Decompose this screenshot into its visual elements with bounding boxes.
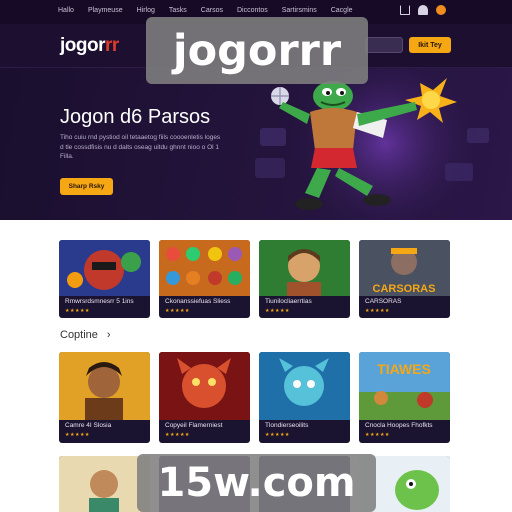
home-icon[interactable] — [400, 5, 410, 15]
game-card[interactable]: CARSORAS CARSORAS ★★★★★ — [359, 240, 450, 318]
game-title: Rmwrsrdsmnesrr 5 1ins — [65, 298, 134, 305]
game-thumbnail: TIAWES — [359, 352, 450, 420]
game-title: Tlondierseoilits — [265, 422, 309, 429]
game-card[interactable]: Tiunilocliaerrtias ★★★★★ — [259, 240, 350, 318]
top-nav-link[interactable]: Tasks — [169, 7, 187, 14]
game-rating-stars: ★★★★★ — [265, 308, 290, 314]
game-thumbnail — [259, 240, 350, 296]
game-thumbnail: CARSORAS — [359, 240, 450, 296]
hero-description: Tiho cuiu rnd pystiod oil tetaaetog fiil… — [60, 134, 221, 160]
user-avatar-icon[interactable] — [436, 5, 446, 15]
watermark-overlay-top: jogorrr — [146, 17, 368, 84]
game-card[interactable]: Rmwrsrdsmnesrr 5 1ins ★★★★★ — [59, 240, 150, 318]
top-nav-link[interactable]: Diccontos — [237, 7, 268, 14]
game-card[interactable]: Copyeil Flamerniest ★★★★★ — [159, 352, 250, 443]
game-thumbnail — [59, 240, 150, 296]
game-rating-stars: ★★★★★ — [165, 308, 190, 314]
game-title: Cnocla Hoopes Fhofkts — [365, 422, 433, 429]
game-rating-stars: ★★★★★ — [165, 432, 190, 438]
watermark-overlay-bottom: 15w.com — [137, 454, 376, 512]
game-logo-text: TIAWES — [377, 361, 431, 377]
games-grid-row-1: Rmwrsrdsmnesrr 5 1ins ★★★★★ Ckonanssiefu… — [59, 240, 450, 318]
game-rating-stars: ★★★★★ — [265, 432, 290, 438]
section-title-text: Coptine — [60, 329, 98, 341]
hero-banner: Jogon d6 Parsos Tiho cuiu rnd pystiod oi… — [0, 68, 512, 220]
top-nav-link[interactable]: Sartirsmins — [282, 7, 317, 14]
logo-accent-text: rr — [105, 35, 119, 56]
hero-mascot-illustration — [255, 68, 489, 220]
game-thumbnail — [259, 352, 350, 420]
top-nav-tools — [400, 5, 446, 15]
game-rating-stars: ★★★★★ — [65, 432, 90, 438]
chevron-right-icon[interactable]: › — [107, 329, 111, 341]
game-card[interactable]: Camre 4I Slosia ★★★★★ — [59, 352, 150, 443]
game-title: Ckonanssiefuas Sliess — [165, 298, 231, 305]
game-title: CARSORAS — [365, 298, 402, 305]
top-nav-link[interactable]: Hirlog — [137, 7, 155, 14]
game-title: Copyeil Flamerniest — [165, 422, 223, 429]
game-rating-stars: ★★★★★ — [65, 308, 90, 314]
section-heading[interactable]: Coptine › — [60, 329, 111, 341]
game-thumbnail — [59, 352, 150, 420]
game-title: Camre 4I Slosia — [65, 422, 112, 429]
top-nav-link[interactable]: Hallo — [58, 7, 74, 14]
notification-icon[interactable] — [418, 5, 428, 15]
top-nav-link[interactable]: Carsos — [201, 7, 223, 14]
game-rating-stars: ★★★★★ — [365, 432, 390, 438]
game-card[interactable]: TIAWES Cnocla Hoopes Fhofkts ★★★★★ — [359, 352, 450, 443]
hero-cta-button[interactable]: Sharp Rsky — [60, 178, 113, 195]
join-button[interactable]: Ikit Tey — [409, 37, 451, 53]
hero-cta-label: Sharp Rsky — [68, 183, 105, 190]
game-card[interactable]: Tlondierseoilits ★★★★★ — [259, 352, 350, 443]
game-logo-text: CARSORAS — [373, 283, 436, 295]
top-nav-links: Hallo Playmeuse Hirlog Tasks Carsos Dicc… — [58, 7, 353, 14]
hero-title: Jogon d6 Parsos — [60, 106, 211, 128]
login-button[interactable] — [365, 37, 403, 53]
game-rating-stars: ★★★★★ — [365, 308, 390, 314]
game-thumbnail — [159, 240, 250, 296]
game-title: Tiunilocliaerrtias — [265, 298, 312, 305]
game-thumbnail — [159, 352, 250, 420]
site-logo[interactable]: jogorrr — [60, 35, 119, 57]
games-grid-row-2: Camre 4I Slosia ★★★★★ Copyeil Flamernies… — [59, 352, 450, 443]
join-button-label: Ikit Tey — [418, 41, 442, 49]
top-nav-link[interactable]: Playmeuse — [88, 7, 123, 14]
logo-text: jogor — [60, 35, 106, 56]
game-card[interactable]: Ckonanssiefuas Sliess ★★★★★ — [159, 240, 250, 318]
top-nav-link[interactable]: Cacgle — [331, 7, 353, 14]
